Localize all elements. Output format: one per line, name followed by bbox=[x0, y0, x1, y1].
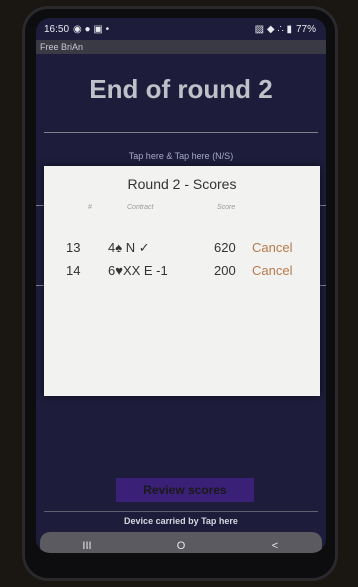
cancel-button[interactable]: Cancel bbox=[252, 263, 292, 278]
screen: 16:50 ◉ ● ▣ • ▨ ◆ ∴ ▮ 77% Free BriAn End… bbox=[36, 18, 326, 553]
device-carrier-text[interactable]: Device carried by Tap here bbox=[36, 516, 326, 526]
divider-mark-left bbox=[36, 205, 44, 206]
status-left: 16:50 ◉ ● ▣ • bbox=[44, 24, 109, 35]
column-header-board: # bbox=[88, 204, 92, 211]
signal-icons: ▨ ◆ ∴ ▮ bbox=[254, 23, 292, 35]
page-title: End of round 2 bbox=[89, 74, 273, 104]
board-number: 13 bbox=[66, 240, 81, 255]
home-icon[interactable]: O bbox=[166, 540, 196, 552]
score: 620 bbox=[214, 240, 236, 255]
recent-apps-icon[interactable]: III bbox=[72, 540, 102, 552]
divider bbox=[44, 132, 318, 133]
score: 200 bbox=[214, 263, 236, 278]
dialog-title: Round 2 - Scores bbox=[127, 176, 237, 192]
review-scores-button[interactable]: Review scores bbox=[116, 478, 254, 502]
column-header-contract: Contract bbox=[127, 204, 154, 211]
table-row: 14 6♥XX E -1 200 Cancel bbox=[44, 263, 320, 283]
app-title: Free BriAn bbox=[36, 40, 326, 54]
clock: 16:50 bbox=[44, 23, 70, 35]
status-right: ▨ ◆ ∴ ▮ 77% bbox=[255, 24, 316, 35]
divider-mark-left bbox=[36, 285, 44, 286]
board-number: 14 bbox=[66, 263, 81, 278]
status-bar: 16:50 ◉ ● ▣ • ▨ ◆ ∴ ▮ 77% bbox=[36, 18, 326, 40]
contract: 4♠ N ✓ bbox=[108, 240, 150, 255]
back-icon[interactable]: < bbox=[260, 540, 290, 552]
scores-dialog: Round 2 - Scores # Contract Score 13 4♠ … bbox=[44, 166, 320, 396]
table-row: 13 4♠ N ✓ 620 Cancel bbox=[44, 240, 320, 260]
cancel-button[interactable]: Cancel bbox=[252, 240, 292, 255]
notification-icons: ◉ ● ▣ • bbox=[73, 23, 110, 35]
tap-hint[interactable]: Tap here & Tap here (N/S) bbox=[36, 151, 326, 161]
divider bbox=[44, 511, 318, 512]
column-header-score: Score bbox=[217, 204, 236, 211]
contract: 6♥XX E -1 bbox=[108, 263, 168, 278]
navigation-bar: III O < bbox=[40, 532, 322, 553]
battery-level: 77% bbox=[295, 23, 316, 35]
